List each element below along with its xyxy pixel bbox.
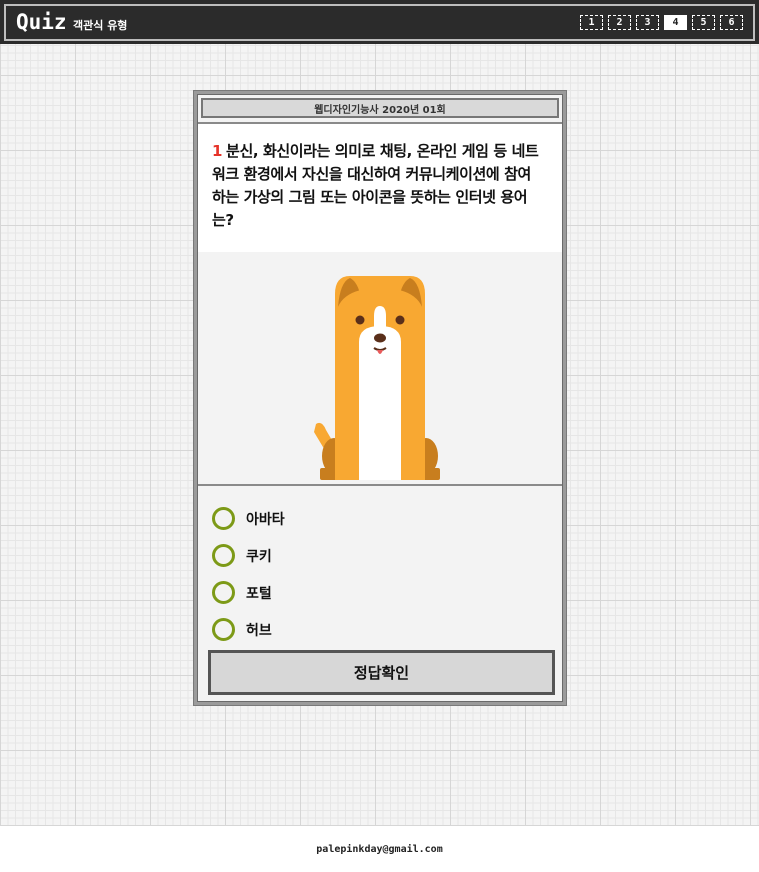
radio-button[interactable] — [212, 581, 235, 604]
option-label: 아바타 — [246, 511, 285, 528]
app-logo: Quiz — [16, 10, 67, 34]
quiz-card: 웹디자인기능사 2020년 01회 1 분신, 화신이라는 의미로 채팅, 온라인… — [193, 90, 567, 706]
answer-option-2[interactable]: 쿠키 — [212, 537, 285, 574]
page-button-1[interactable]: 1 — [580, 15, 603, 30]
radio-button[interactable] — [212, 618, 235, 641]
radio-button[interactable] — [212, 507, 235, 530]
check-answer-button[interactable]: 정답확인 — [208, 650, 555, 695]
question-text: 1 분신, 화신이라는 의미로 채팅, 온라인 게임 등 네트워크 환경에서 자신… — [212, 140, 542, 232]
question-box: 1 분신, 화신이라는 의미로 채팅, 온라인 게임 등 네트워크 환경에서 자신… — [198, 122, 562, 254]
quiz-source-label: 웹디자인기능사 2020년 01회 — [314, 104, 446, 116]
answer-option-4[interactable]: 허브 — [212, 611, 285, 648]
dog-illustration-icon — [314, 276, 440, 480]
answer-option-3[interactable]: 포털 — [212, 574, 285, 611]
app-header: Quiz 객관식 유형 1 2 3 4 5 6 — [0, 0, 759, 44]
header-frame: Quiz 객관식 유형 1 2 3 4 5 6 — [4, 4, 755, 41]
question-number: 1 — [212, 142, 223, 160]
dog-nose — [374, 333, 386, 343]
page-button-5[interactable]: 5 — [692, 15, 715, 30]
option-label: 포털 — [246, 585, 272, 602]
page-button-3[interactable]: 3 — [636, 15, 659, 30]
page-button-2[interactable]: 2 — [608, 15, 631, 30]
radio-button[interactable] — [212, 544, 235, 567]
question-body: 분신, 화신이라는 의미로 채팅, 온라인 게임 등 네트워크 환경에서 자신을… — [212, 142, 539, 229]
app-subtitle: 객관식 유형 — [73, 19, 128, 32]
option-label: 허브 — [246, 622, 272, 639]
page-button-4[interactable]: 4 — [664, 15, 687, 30]
dog-right-eye — [395, 315, 405, 325]
quiz-source-title: 웹디자인기능사 2020년 01회 — [201, 98, 559, 118]
option-label: 쿠키 — [246, 548, 272, 565]
footer-email: palepinkday@gmail.com — [316, 843, 443, 855]
dog-left-eye — [355, 315, 365, 325]
footer: palepinkday@gmail.com — [0, 826, 759, 872]
page-nav: 1 2 3 4 5 6 — [580, 15, 743, 30]
question-image — [198, 252, 562, 486]
answer-option-1[interactable]: 아바타 — [212, 500, 285, 537]
page-button-6[interactable]: 6 — [720, 15, 743, 30]
quiz-card-frame: 웹디자인기능사 2020년 01회 1 분신, 화신이라는 의미로 채팅, 온라인… — [197, 94, 563, 702]
answer-options: 아바타 쿠키 포털 허브 — [212, 500, 285, 648]
